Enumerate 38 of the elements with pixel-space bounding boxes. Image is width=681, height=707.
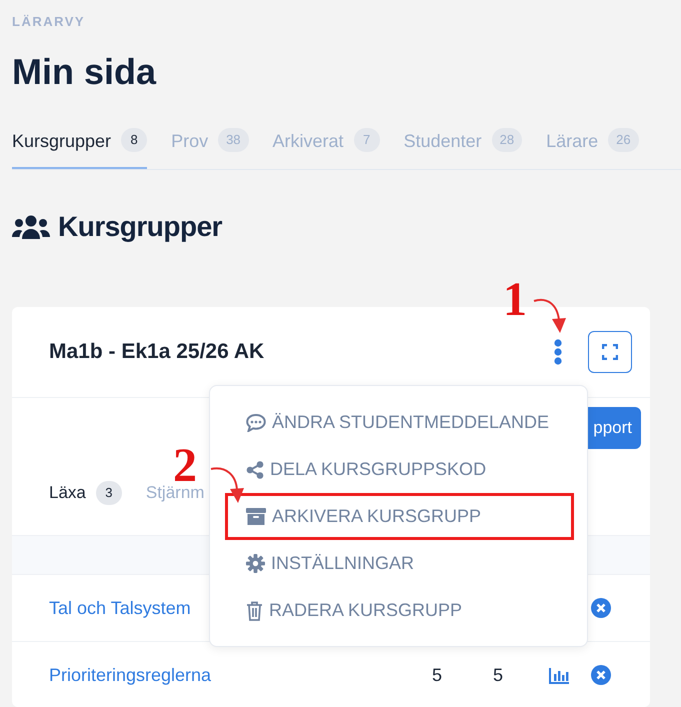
settings-icon	[246, 554, 265, 573]
kebab-menu-icon[interactable]	[554, 339, 562, 365]
speech-bubble-icon	[246, 414, 266, 432]
annotation-number: 1	[503, 274, 527, 326]
tab[interactable]: Prov 38	[171, 122, 249, 169]
bar-chart-icon[interactable]	[549, 668, 569, 684]
annotation-arrow	[210, 465, 246, 505]
count-badge: 7	[354, 128, 380, 152]
tab[interactable]: Lärare 26	[546, 122, 639, 169]
tab[interactable]: Studenter 28	[404, 122, 522, 169]
expand-button[interactable]	[588, 331, 632, 373]
tab[interactable]: Kursgrupper 8	[12, 122, 148, 169]
remove-icon[interactable]	[591, 665, 611, 685]
archive-box-icon	[246, 508, 266, 526]
count-badge: 38	[218, 128, 249, 152]
menu-item[interactable]: RADERA KURSGRUPP	[225, 587, 574, 634]
expand-icon	[602, 344, 618, 360]
menu-item[interactable]: ÄNDRA STUDENTMEDDELANDE	[225, 399, 574, 446]
course-link[interactable]: Tal och Talsystem	[49, 594, 191, 622]
users-icon	[12, 215, 50, 239]
table-cell-text: 5	[432, 664, 442, 686]
page-title: Min sida	[12, 50, 158, 94]
menu-item[interactable]: INSTÄLLNINGAR	[225, 540, 574, 587]
card-title: Ma1b - Ek1a 25/26 AK	[49, 339, 266, 366]
menu-item[interactable]: ARKIVERA KURSGRUPP	[225, 493, 574, 540]
count-badge: 8	[121, 128, 148, 152]
page-eyebrow: LÄRARVY	[12, 13, 86, 31]
trash-icon	[246, 600, 263, 620]
table-cell-text: 5	[493, 664, 504, 686]
section-title: Kursgrupper	[58, 210, 222, 244]
remove-icon[interactable]	[591, 598, 611, 618]
count-badge: 3	[96, 480, 122, 505]
tab[interactable]: Arkiverat 7	[272, 122, 380, 169]
count-badge: 28	[492, 128, 522, 152]
share-icon	[246, 460, 264, 478]
subtab[interactable]: Läxa 3	[49, 480, 122, 506]
course-link[interactable]: Prioriteringsreglerna	[49, 662, 212, 688]
count-badge: 26	[608, 128, 639, 152]
